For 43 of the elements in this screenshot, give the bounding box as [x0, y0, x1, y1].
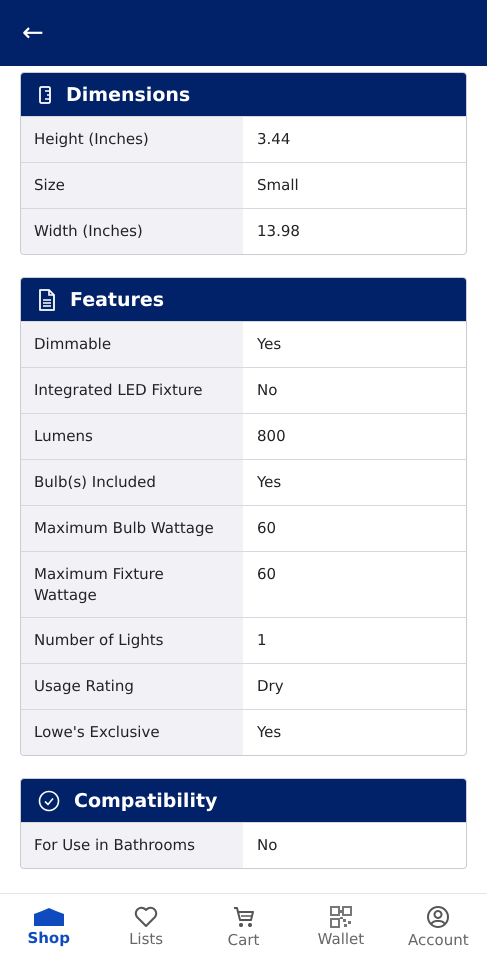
spec-value: 13.98: [256, 221, 301, 242]
spec-label: Lowe's Exclusive: [21, 710, 243, 755]
account-icon: [426, 905, 450, 929]
spec-label: Bulb(s) Included: [21, 460, 243, 505]
check-circle-icon: [38, 790, 60, 812]
spec-label: Dimmable: [21, 322, 243, 367]
spec-value: Small: [256, 175, 300, 196]
section-title: Compatibility: [74, 790, 218, 812]
nav-tab[interactable]: Wallet: [292, 894, 390, 960]
spec-label: Maximum Fixture Wattage: [21, 552, 243, 617]
spec-label: Size: [21, 163, 243, 208]
cart-icon: [232, 905, 256, 929]
section-title: Dimensions: [66, 84, 190, 106]
spec-label: Number of Lights: [21, 618, 243, 663]
spec-label: Lumens: [21, 414, 243, 459]
spec-value: 3.44: [256, 129, 292, 150]
spec-value: 1: [256, 630, 268, 651]
spec-value: 60: [256, 518, 278, 539]
spec-label: Maximum Bulb Wattage: [21, 506, 243, 551]
section-title: Features: [70, 288, 164, 310]
back-button[interactable]: ←: [18, 18, 48, 48]
spec-label: For Use in Bathrooms: [21, 823, 243, 868]
ruler-icon: [38, 86, 52, 104]
spec-value: 800: [256, 426, 287, 447]
nav-tab[interactable]: Shop: [0, 894, 98, 960]
spec-value: No: [256, 380, 278, 401]
storefront-icon: [32, 907, 65, 927]
spec-value: Yes: [256, 334, 282, 355]
document-icon: [38, 288, 56, 310]
nav-tab[interactable]: Lists: [97, 894, 195, 960]
qr-code-icon: [330, 906, 352, 928]
spec-value: Dry: [256, 676, 285, 697]
spec-value: Yes: [256, 472, 282, 493]
spec-label: Height (Inches): [21, 117, 243, 162]
spec-value: No: [256, 835, 278, 856]
spec-label: Width (Inches): [21, 209, 243, 254]
nav-tab[interactable]: Cart: [194, 894, 292, 960]
spec-label: Integrated LED Fixture: [21, 368, 243, 413]
spec-label: Usage Rating: [21, 664, 243, 709]
nav-tab[interactable]: Account: [390, 894, 487, 960]
spec-value: 60: [256, 564, 278, 585]
spec-value: Yes: [256, 722, 282, 743]
heart-icon: [134, 906, 158, 928]
